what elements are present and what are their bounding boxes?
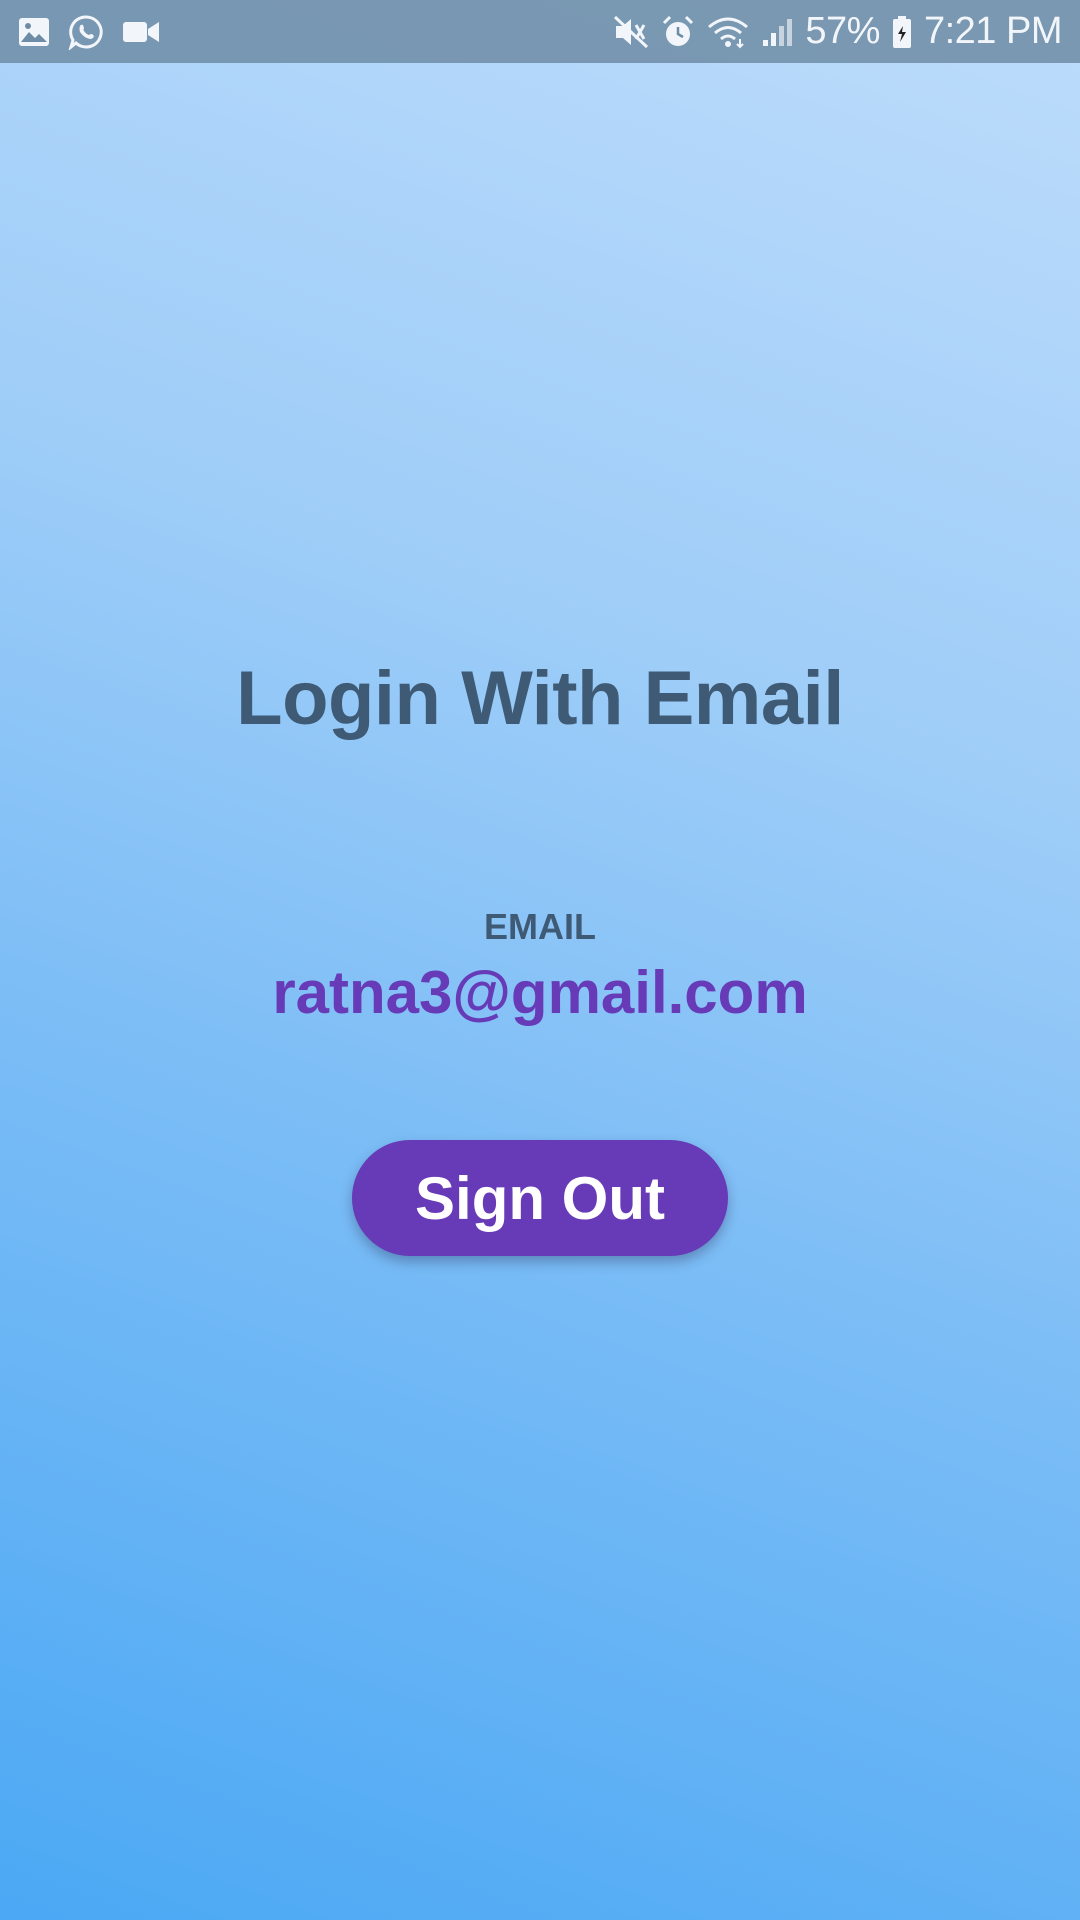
mute-vibrate-icon [613, 15, 649, 49]
alarm-icon [661, 15, 695, 49]
status-bar-notifications [18, 14, 178, 50]
email-value: ratna3@gmail.com [272, 959, 808, 1026]
status-bar: 57% 7:21 PM [0, 0, 1080, 63]
gallery-icon [18, 17, 50, 47]
whatsapp-icon [68, 14, 104, 50]
sign-out-button[interactable]: Sign Out [352, 1140, 728, 1256]
battery-percent: 57% [805, 10, 880, 52]
status-bar-system: 57% 7:21 PM [601, 10, 1063, 53]
page-title: Login With Email [236, 656, 844, 741]
signal-icon [761, 16, 793, 48]
app-screen: 57% 7:21 PM Login With Email EMAIL ratna… [0, 0, 1080, 1920]
video-camera-icon [122, 19, 160, 45]
wifi-icon [707, 15, 749, 49]
email-label: EMAIL [484, 906, 596, 947]
clock-time: 7:21 PM [923, 10, 1063, 52]
battery-icon [892, 15, 912, 49]
